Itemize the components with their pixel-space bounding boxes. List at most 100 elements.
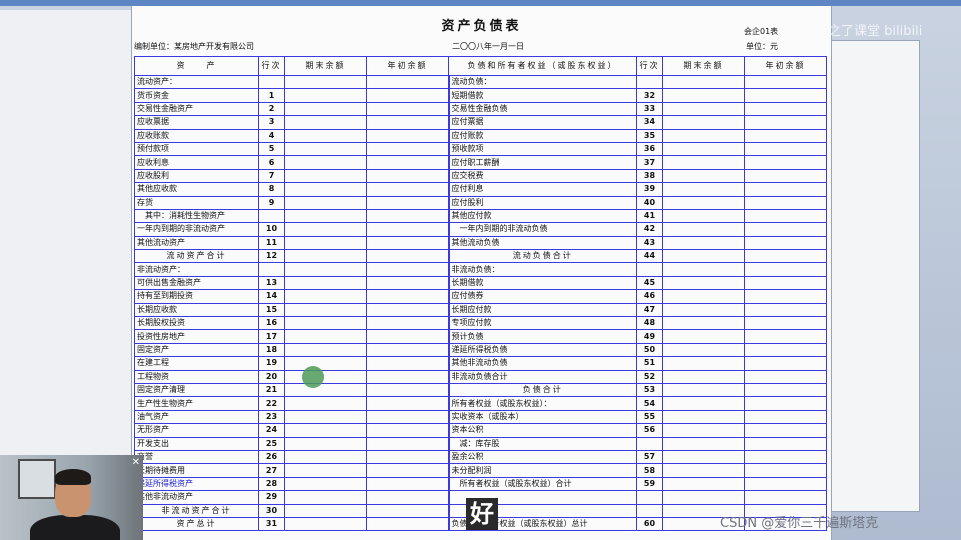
asset-begin-balance-cell[interactable] — [366, 356, 449, 371]
asset-end-balance-cell[interactable] — [284, 275, 367, 291]
asset-begin-balance-cell[interactable] — [366, 369, 449, 384]
liability-begin-balance-cell[interactable] — [744, 195, 827, 210]
liability-end-balance-cell[interactable] — [662, 115, 745, 130]
liability-begin-balance-cell[interactable] — [744, 436, 827, 451]
asset-end-balance-cell[interactable] — [284, 195, 367, 210]
liability-end-balance-cell[interactable] — [662, 208, 745, 224]
liability-begin-balance-cell[interactable] — [744, 382, 827, 398]
asset-begin-balance-cell[interactable] — [366, 396, 449, 411]
asset-end-balance-cell[interactable] — [284, 476, 367, 492]
liability-begin-balance-cell[interactable] — [744, 289, 827, 304]
asset-begin-balance-cell[interactable] — [366, 155, 449, 170]
asset-end-balance-cell[interactable] — [284, 329, 367, 344]
liability-end-balance-cell[interactable] — [662, 436, 745, 451]
liability-end-balance-cell[interactable] — [662, 316, 745, 331]
asset-end-balance-cell[interactable] — [284, 155, 367, 170]
liability-begin-balance-cell[interactable] — [744, 463, 827, 478]
asset-begin-balance-cell[interactable] — [366, 88, 449, 103]
asset-begin-balance-cell[interactable] — [366, 476, 449, 492]
liability-begin-balance-cell[interactable] — [744, 396, 827, 411]
asset-begin-balance-cell[interactable] — [366, 275, 449, 291]
asset-end-balance-cell[interactable] — [284, 128, 367, 143]
asset-end-balance-cell[interactable] — [284, 503, 367, 518]
liability-begin-balance-cell[interactable] — [744, 409, 827, 425]
asset-end-balance-cell[interactable] — [284, 423, 367, 438]
liability-begin-balance-cell[interactable] — [744, 128, 827, 143]
asset-end-balance-cell[interactable] — [284, 436, 367, 451]
asset-end-balance-cell[interactable] — [284, 262, 367, 277]
liability-end-balance-cell[interactable] — [662, 329, 745, 344]
liability-end-balance-cell[interactable] — [662, 369, 745, 384]
asset-begin-balance-cell[interactable] — [366, 195, 449, 210]
liability-end-balance-cell[interactable] — [662, 275, 745, 291]
liability-end-balance-cell[interactable] — [662, 222, 745, 237]
asset-end-balance-cell[interactable] — [284, 289, 367, 304]
asset-begin-balance-cell[interactable] — [366, 289, 449, 304]
liability-begin-balance-cell[interactable] — [744, 249, 827, 264]
liability-begin-balance-cell[interactable] — [744, 356, 827, 371]
close-icon[interactable]: ✕ — [132, 457, 140, 468]
liability-end-balance-cell[interactable] — [662, 449, 745, 465]
asset-begin-balance-cell[interactable] — [366, 222, 449, 237]
liability-end-balance-cell[interactable] — [662, 195, 745, 210]
asset-end-balance-cell[interactable] — [284, 302, 367, 318]
asset-begin-balance-cell[interactable] — [366, 423, 449, 438]
liability-end-balance-cell[interactable] — [662, 409, 745, 425]
liability-begin-balance-cell[interactable] — [744, 490, 827, 505]
asset-begin-balance-cell[interactable] — [366, 74, 449, 90]
liability-begin-balance-cell[interactable] — [744, 155, 827, 170]
asset-end-balance-cell[interactable] — [284, 208, 367, 224]
liability-begin-balance-cell[interactable] — [744, 329, 827, 344]
asset-begin-balance-cell[interactable] — [366, 516, 449, 532]
liability-end-balance-cell[interactable] — [662, 356, 745, 371]
asset-begin-balance-cell[interactable] — [366, 141, 449, 157]
asset-begin-balance-cell[interactable] — [366, 235, 449, 251]
liability-begin-balance-cell[interactable] — [744, 342, 827, 358]
asset-begin-balance-cell[interactable] — [366, 182, 449, 197]
asset-end-balance-cell[interactable] — [284, 382, 367, 398]
liability-end-balance-cell[interactable] — [662, 423, 745, 438]
liability-end-balance-cell[interactable] — [662, 463, 745, 478]
asset-begin-balance-cell[interactable] — [366, 302, 449, 318]
asset-end-balance-cell[interactable] — [284, 249, 367, 264]
liability-end-balance-cell[interactable] — [662, 235, 745, 251]
liability-begin-balance-cell[interactable] — [744, 449, 827, 465]
liability-begin-balance-cell[interactable] — [744, 208, 827, 224]
asset-begin-balance-cell[interactable] — [366, 449, 449, 465]
asset-begin-balance-cell[interactable] — [366, 262, 449, 277]
liability-end-balance-cell[interactable] — [662, 128, 745, 143]
asset-end-balance-cell[interactable] — [284, 88, 367, 103]
asset-begin-balance-cell[interactable] — [366, 249, 449, 264]
liability-end-balance-cell[interactable] — [662, 396, 745, 411]
asset-end-balance-cell[interactable] — [284, 449, 367, 465]
liability-end-balance-cell[interactable] — [662, 302, 745, 318]
liability-end-balance-cell[interactable] — [662, 382, 745, 398]
asset-end-balance-cell[interactable] — [284, 516, 367, 532]
asset-begin-balance-cell[interactable] — [366, 128, 449, 143]
liability-end-balance-cell[interactable] — [662, 101, 745, 117]
asset-begin-balance-cell[interactable] — [366, 115, 449, 130]
liability-begin-balance-cell[interactable] — [744, 302, 827, 318]
liability-begin-balance-cell[interactable] — [744, 88, 827, 103]
asset-end-balance-cell[interactable] — [284, 235, 367, 251]
asset-end-balance-cell[interactable] — [284, 409, 367, 425]
asset-end-balance-cell[interactable] — [284, 222, 367, 237]
liability-begin-balance-cell[interactable] — [744, 74, 827, 90]
asset-end-balance-cell[interactable] — [284, 316, 367, 331]
liability-begin-balance-cell[interactable] — [744, 476, 827, 492]
asset-begin-balance-cell[interactable] — [366, 463, 449, 478]
liability-end-balance-cell[interactable] — [662, 88, 745, 103]
liability-begin-balance-cell[interactable] — [744, 168, 827, 184]
asset-end-balance-cell[interactable] — [284, 463, 367, 478]
liability-end-balance-cell[interactable] — [662, 155, 745, 170]
asset-end-balance-cell[interactable] — [284, 168, 367, 184]
liability-end-balance-cell[interactable] — [662, 74, 745, 90]
asset-end-balance-cell[interactable] — [284, 101, 367, 117]
liability-begin-balance-cell[interactable] — [744, 275, 827, 291]
asset-end-balance-cell[interactable] — [284, 182, 367, 197]
liability-begin-balance-cell[interactable] — [744, 423, 827, 438]
liability-begin-balance-cell[interactable] — [744, 182, 827, 197]
asset-end-balance-cell[interactable] — [284, 342, 367, 358]
asset-begin-balance-cell[interactable] — [366, 101, 449, 117]
asset-begin-balance-cell[interactable] — [366, 490, 449, 505]
